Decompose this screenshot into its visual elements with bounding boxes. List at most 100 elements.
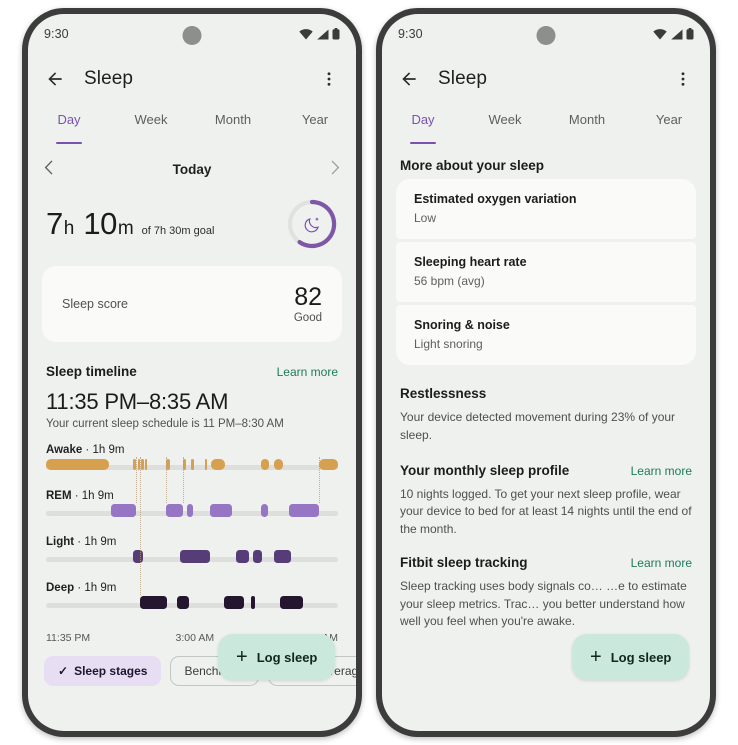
monthly-profile-title: Your monthly sleep profile: [400, 462, 570, 478]
tab-day[interactable]: Day: [28, 110, 110, 150]
status-icons-2: [653, 28, 694, 40]
sleep-timeline-header: Sleep timeline Learn more: [28, 350, 356, 383]
plus-icon: +: [236, 646, 248, 668]
hypnogram-segment: [144, 459, 148, 471]
chevron-right-icon[interactable]: [330, 160, 340, 178]
date-label: Today: [172, 161, 212, 177]
sleep-score-values: 82 Good: [293, 284, 322, 325]
signal-icon: [316, 29, 329, 40]
sleep-goal-ring: [286, 198, 338, 250]
sleep-duration-row: 7 h 10 m of 7h 30m goal: [28, 184, 356, 258]
front-camera-icon: [182, 26, 202, 45]
duration-minutes-unit: m: [117, 218, 134, 239]
hypnogram-chart[interactable]: Awake · 1h 9m REM · 1h 9m Light · 1h 9m Dee…: [28, 430, 356, 622]
sleep-schedule-note: Your current sleep schedule is 11 PM–8:3…: [46, 418, 284, 431]
log-sleep-fab-2[interactable]: + Log sleep: [572, 634, 690, 680]
hypnogram-segment: [187, 504, 193, 518]
tab-month[interactable]: Month: [192, 110, 274, 150]
info-card-heart-rate[interactable]: Sleeping heart rate 56 bpm (avg): [396, 242, 696, 302]
moon-stars-icon: [286, 198, 338, 250]
hypnogram-segment: [288, 504, 319, 518]
hypnogram-row-awake: Awake · 1h 9m: [46, 444, 338, 484]
hypnogram-segment: [273, 550, 292, 564]
hypnogram-segment: [235, 550, 250, 564]
duration-hours: 7: [46, 206, 63, 241]
app-bar-2: Sleep: [382, 54, 710, 104]
tab-active-indicator: [56, 141, 82, 144]
hypnogram-segment: [140, 596, 167, 610]
sleep-score-quality: Good: [293, 312, 322, 325]
hypnogram-connector: [140, 457, 142, 596]
hypnogram-connector: [165, 457, 167, 504]
axis-tick-mid: 3:00 AM: [175, 632, 215, 645]
fitbit-tracking-title: Fitbit sleep tracking: [400, 554, 528, 570]
hypnogram-segment: [133, 550, 143, 564]
sleep-duration: 7 h 10 m of 7h 30m goal: [46, 206, 286, 242]
tab-month-2[interactable]: Month: [546, 110, 628, 150]
hypnogram-segment: [280, 596, 303, 610]
timeline-learn-more-link[interactable]: Learn more: [277, 365, 338, 379]
restlessness-header: Restlessness: [382, 368, 710, 409]
back-arrow-icon[interactable]: [42, 66, 68, 92]
tab-week-label-2: Week: [488, 112, 522, 127]
hypnogram-segment: [165, 504, 184, 518]
tab-week-2[interactable]: Week: [464, 110, 546, 150]
hypnogram-segment: [111, 504, 136, 518]
sleep-timeline-title: Sleep timeline: [46, 364, 137, 380]
hypnogram-segment: [252, 550, 263, 564]
info-card-oxygen-variation[interactable]: Estimated oxygen variation Low: [396, 179, 696, 239]
chevron-left-icon[interactable]: [44, 160, 54, 178]
status-time: 9:30: [44, 27, 69, 41]
monthly-profile-header: Your monthly sleep profile Learn more: [382, 445, 710, 486]
info-card-snoring-value: Light snoring: [414, 337, 483, 351]
restlessness-title: Restlessness: [400, 386, 487, 401]
period-tabs-2: Day Week Month Year: [382, 110, 710, 150]
hypnogram-segment: [318, 459, 338, 471]
back-arrow-icon-2[interactable]: [396, 66, 422, 92]
duration-hours-unit: h: [63, 218, 75, 239]
screen-sleep-details: 9:30 Sleep Day Week Month Year More abou…: [382, 14, 710, 731]
app-bar: Sleep: [28, 54, 356, 104]
info-card-heart-rate-title: Sleeping heart rate: [414, 255, 527, 269]
screenshot-stage: 9:30 Sleep Day Week Month Year Today 7 h…: [0, 0, 738, 745]
status-icons: [299, 28, 340, 40]
hypnogram-segment: [141, 459, 144, 471]
status-bar-2: 9:30: [382, 14, 710, 54]
tab-day-label-2: Day: [411, 112, 435, 127]
chip-sleep-stages[interactable]: ✓ Sleep stages: [44, 656, 162, 687]
sleep-score-card[interactable]: Sleep score 82 Good: [42, 266, 342, 343]
wifi-icon-2: [653, 28, 667, 40]
hypnogram-segment: [260, 459, 270, 471]
hypnogram-row-deep: Deep · 1h 9m: [46, 582, 338, 622]
hypnogram-segment: [223, 596, 244, 610]
wifi-icon: [299, 28, 313, 40]
tab-week[interactable]: Week: [110, 110, 192, 150]
log-sleep-fab[interactable]: + Log sleep: [218, 634, 336, 680]
hypnogram-segment: [250, 596, 256, 610]
tab-year[interactable]: Year: [274, 110, 356, 150]
monthly-profile-learn-more-link[interactable]: Learn more: [631, 464, 692, 478]
sleep-score-label: Sleep score: [62, 297, 129, 312]
front-camera-icon-2: [536, 26, 556, 45]
info-card-snoring[interactable]: Snoring & noise Light snoring: [396, 305, 696, 365]
hypnogram-row-light: Light · 1h 9m: [46, 536, 338, 576]
more-vert-icon-2[interactable]: [670, 66, 696, 92]
tab-year-2[interactable]: Year: [628, 110, 710, 150]
status-time-2: 9:30: [398, 27, 423, 41]
battery-icon: [332, 28, 340, 40]
sleep-range: 11:35 PM–8:35 AM: [46, 389, 229, 415]
more-vert-icon[interactable]: [316, 66, 342, 92]
hypnogram-segment: [176, 596, 190, 610]
hypnogram-row-label-deep: Deep · 1h 9m: [46, 582, 117, 595]
hypnogram-row-label-light: Light · 1h 9m: [46, 536, 117, 549]
hypnogram-segment: [209, 504, 232, 518]
log-sleep-fab-label-2: Log sleep: [610, 649, 672, 665]
hypnogram-segment: [46, 459, 109, 471]
info-card-heart-rate-value: 56 bpm (avg): [414, 274, 485, 288]
battery-icon-2: [686, 28, 694, 40]
tab-active-indicator-2: [410, 141, 436, 144]
hypnogram-row-label-awake: Awake · 1h 9m: [46, 444, 125, 457]
plus-icon-2: +: [590, 646, 602, 668]
fitbit-tracking-learn-more-link[interactable]: Learn more: [631, 556, 692, 570]
tab-day-2[interactable]: Day: [382, 110, 464, 150]
